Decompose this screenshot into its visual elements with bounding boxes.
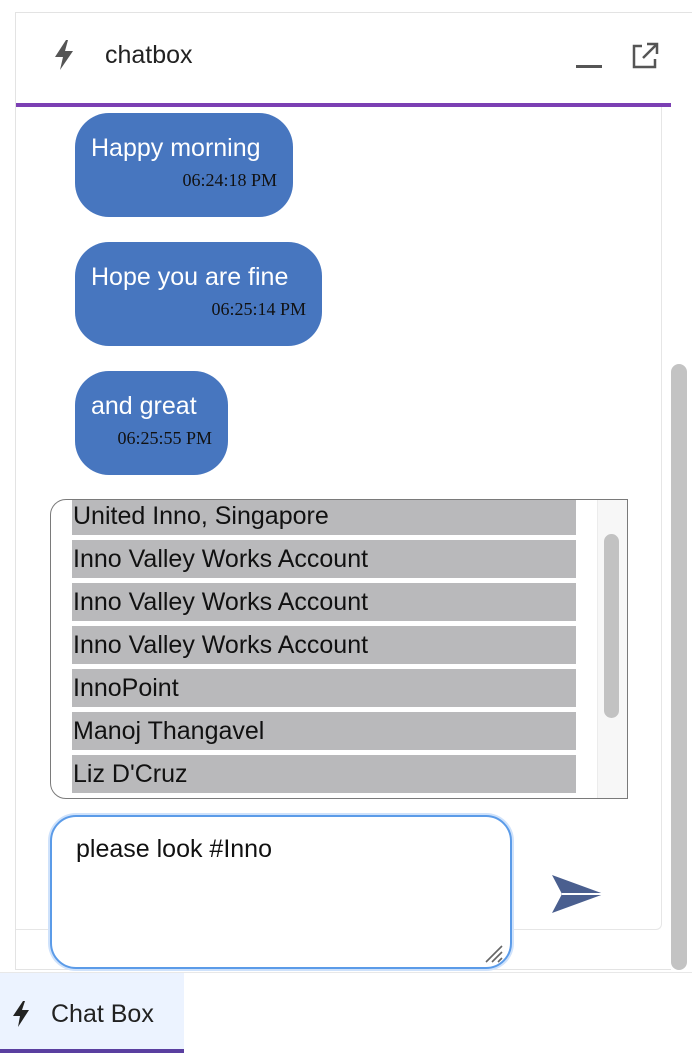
chat-message: and great 06:25:55 PM <box>75 371 228 475</box>
lightning-bolt-icon <box>55 40 73 70</box>
chatbox-title: chatbox <box>105 41 193 69</box>
message-input[interactable]: please look #Inno <box>50 815 512 969</box>
suggestion-item[interactable]: United Inno, Singapore <box>72 500 576 535</box>
external-link-icon[interactable] <box>630 41 660 71</box>
suggestion-item[interactable]: Liz D'Cruz <box>72 755 576 793</box>
message-text: Happy morning <box>91 134 261 162</box>
message-timestamp: 06:24:18 PM <box>182 170 277 190</box>
tab-chat-box[interactable]: Chat Box <box>0 973 184 1053</box>
suggestion-item[interactable]: Manoj Thangavel <box>72 712 576 750</box>
suggestion-item[interactable]: Inno Valley Works Account <box>72 540 576 578</box>
tab-label: Chat Box <box>51 1000 154 1028</box>
send-icon[interactable] <box>550 872 606 916</box>
mention-suggestion-list[interactable]: United Inno, Singapore Inno Valley Works… <box>50 499 628 799</box>
chat-message: Hope you are fine 06:25:14 PM <box>75 242 322 346</box>
minimize-icon[interactable] <box>576 65 602 68</box>
chatbox-header: chatbox <box>16 13 692 107</box>
suggestion-item[interactable]: Inno Valley Works Account <box>72 583 576 621</box>
suggestion-item[interactable]: InnoPoint <box>72 669 576 707</box>
message-timestamp: 06:25:14 PM <box>211 299 306 319</box>
suggestion-item[interactable]: Inno Valley Works Account <box>72 626 576 664</box>
message-text: Hope you are fine <box>91 263 289 291</box>
lightning-bolt-icon <box>13 1001 29 1027</box>
message-text: and great <box>91 392 197 420</box>
bottom-utility-bar: Chat Box <box>0 972 692 1053</box>
chat-message: Happy morning 06:24:18 PM <box>75 113 293 217</box>
chat-scrollbar-thumb[interactable] <box>671 364 687 970</box>
suggestion-scrollbar-thumb[interactable] <box>604 534 619 718</box>
message-timestamp: 06:25:55 PM <box>117 428 212 448</box>
resize-grip-icon[interactable] <box>482 942 504 964</box>
